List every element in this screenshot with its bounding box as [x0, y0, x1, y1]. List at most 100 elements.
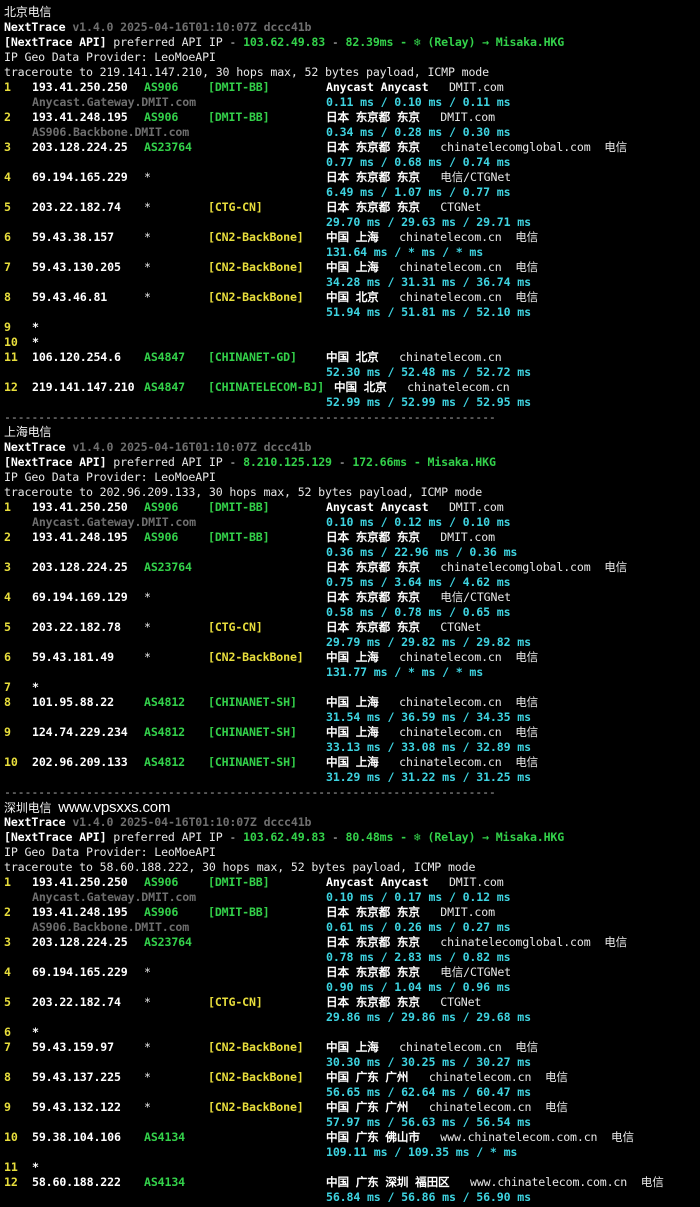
hop-location: Anycast Anycast	[326, 80, 429, 94]
hop-asn: AS906	[144, 80, 179, 94]
hop-detail-row: 0.78 ms / 2.83 ms / 0.82 ms	[4, 950, 700, 965]
hop-ip: 193.41.248.195	[32, 110, 128, 124]
hop-isp: chinatelecomglobal.com	[440, 140, 591, 154]
hop-number: 8	[4, 1070, 11, 1084]
hop-rtt: 52.30 ms / 52.48 ms / 52.72 ms	[326, 365, 531, 379]
hop-rtt: 29.70 ms / 29.63 ms / 29.71 ms	[326, 215, 531, 229]
hop-asn: AS23764	[144, 935, 192, 949]
hop-ip: 59.38.104.106	[32, 1130, 121, 1144]
hop-rtt: 131.64 ms / * ms / * ms	[326, 245, 484, 259]
hop-location: 日本 东京都 东京	[326, 560, 420, 574]
hop-rtt: 0.11 ms / 0.10 ms / 0.11 ms	[326, 95, 511, 109]
hop-location: 中国 上海	[326, 650, 379, 664]
hop-geo: 中国 上海 chinatelecom.cn 电信	[326, 695, 538, 710]
hop-detail-row: 0.77 ms / 0.68 ms / 0.74 ms	[4, 155, 700, 170]
hop-number: 1	[4, 500, 11, 514]
api-label: preferred API IP -	[106, 455, 244, 469]
api-line: [NextTrace API] preferred API IP - 103.6…	[4, 830, 700, 845]
hop-number: 2	[4, 110, 11, 124]
hop-carrier: 电信	[640, 1175, 664, 1189]
api-latency: 80.48ms	[345, 830, 394, 844]
hop-row: 7 59.43.130.205 * [CN2-BackBone] 中国 上海 china…	[4, 260, 700, 275]
section-title-line: 深圳电信 www.vpsxxs.com	[4, 800, 700, 815]
hop-location: 中国 北京	[326, 290, 379, 304]
hop-number: 3	[4, 560, 11, 574]
hop-number: 6	[4, 1025, 11, 1039]
hop-isp: 电信/CTGNet	[440, 170, 511, 184]
hop-isp: 电信/CTGNet	[440, 965, 511, 979]
hop-location: 中国 广东 佛山市	[326, 1130, 420, 1144]
api-line: [NextTrace API] preferred API IP - 103.6…	[4, 35, 700, 50]
hop-geo: Anycast Anycast DMIT.com	[326, 875, 504, 890]
hop-ip: 193.41.250.250	[32, 80, 128, 94]
version-line: NextTrace v1.4.0 2025-04-16T01:10:07Z dc…	[4, 20, 700, 35]
api-tag: [NextTrace API]	[4, 455, 107, 469]
hop-geo: 日本 东京都 东京 电信/CTGNet	[326, 170, 511, 185]
api-ip: 103.62.49.83	[243, 830, 326, 844]
hop-rtt: 52.99 ms / 52.99 ms / 52.95 ms	[326, 395, 531, 409]
hop-carrier: 电信	[515, 1040, 539, 1054]
hop-row: 6 59.43.38.157 * [CN2-BackBone] 中国 上海 chinat…	[4, 230, 700, 245]
hop-detail-row: 30.30 ms / 30.25 ms / 30.27 ms	[4, 1055, 700, 1070]
hop-hostname: Anycast.Gateway.DMIT.com	[32, 95, 196, 109]
hop-row: 9 *	[4, 320, 700, 335]
hop-isp: DMIT.com	[448, 500, 504, 514]
hop-detail-row: 109.11 ms / 109.35 ms / * ms	[4, 1145, 700, 1160]
hop-detail-row: Anycast.Gateway.DMIT.com 0.10 ms / 0.17 m…	[4, 890, 700, 905]
hop-detail-row: 56.65 ms / 62.64 ms / 60.47 ms	[4, 1085, 700, 1100]
hop-location: 中国 广东 广州	[326, 1100, 409, 1114]
section-separator: ----------------------------------------…	[4, 410, 496, 424]
hop-isp: DMIT.com	[440, 110, 495, 124]
hop-ip: 101.95.88.22	[32, 695, 114, 709]
hop-rtt: 57.97 ms / 56.63 ms / 56.54 ms	[326, 1115, 531, 1129]
hop-asn: *	[144, 650, 151, 664]
hop-ip: 106.120.254.6	[32, 350, 121, 364]
hop-location: 日本 东京都 东京	[326, 995, 420, 1009]
hop-geo: Anycast Anycast DMIT.com	[326, 500, 504, 515]
hop-hostname: Anycast.Gateway.DMIT.com	[32, 890, 196, 904]
api-dash: -	[325, 35, 346, 49]
hop-row: 5 203.22.182.74 * [CTG-CN] 日本 东京都 东京 CTGNet	[4, 995, 700, 1010]
hop-number: 7	[4, 680, 11, 694]
hop-location: 日本 东京都 东京	[326, 530, 420, 544]
hop-detail-row: 29.86 ms / 29.86 ms / 29.68 ms	[4, 1010, 700, 1025]
hop-tag: [CN2-BackBone]	[208, 650, 304, 664]
hop-isp: chinatelecomglobal.com	[440, 935, 591, 949]
provider-line: IP Geo Data Provider: LeoMoeAPI	[4, 50, 216, 64]
app-version: v1.4.0 2025-04-16T01:10:07Z dccc41b	[72, 20, 312, 34]
hop-ip: 203.128.224.25	[32, 935, 128, 949]
hop-isp: chinatelecomglobal.com	[440, 560, 591, 574]
hop-row: 11 106.120.254.6 AS4847 [CHINANET-GD] 中国 北京 …	[4, 350, 700, 365]
hop-number: 5	[4, 620, 11, 634]
hop-ip: 69.194.169.129	[32, 590, 128, 604]
hop-isp: CTGNet	[440, 995, 482, 1009]
hop-detail-row: AS906.Backbone.DMIT.com 0.34 ms / 0.28 ms…	[4, 125, 700, 140]
hop-isp: chinatelecom.cn	[399, 350, 502, 364]
hop-location: 日本 东京都 东京	[326, 965, 420, 979]
hop-ip: 59.43.132.122	[32, 1100, 121, 1114]
hop-tag: [CHINANET-SH]	[208, 755, 297, 769]
hop-number: 4	[4, 170, 11, 184]
hop-asn: *	[144, 590, 151, 604]
version-line: NextTrace v1.4.0 2025-04-16T01:10:07Z dc…	[4, 815, 700, 830]
hop-ip: 193.41.248.195	[32, 530, 128, 544]
hop-geo: 中国 上海 chinatelecom.cn 电信	[326, 755, 538, 770]
hop-carrier: 电信	[544, 1100, 568, 1114]
hop-isp: chinatelecom.cn	[399, 695, 502, 709]
api-tag: [NextTrace API]	[4, 830, 107, 844]
hop-number: 10	[4, 335, 18, 349]
hop-isp: chinatelecom.cn	[399, 755, 502, 769]
hop-detail-row: 56.84 ms / 56.86 ms / 56.90 ms	[4, 1190, 700, 1205]
hop-asn: AS23764	[144, 140, 192, 154]
hop-asn: AS906	[144, 500, 179, 514]
api-tag: [NextTrace API]	[4, 35, 107, 49]
hop-asn: AS4812	[144, 755, 185, 769]
hop-geo: 中国 上海 chinatelecom.cn 电信	[326, 650, 538, 665]
hop-asn: AS4847	[144, 350, 185, 364]
section-title-line: 北京电信	[4, 5, 700, 20]
hop-ip: 69.194.165.229	[32, 965, 128, 979]
hop-geo: 中国 上海 chinatelecom.cn 电信	[326, 230, 538, 245]
hop-location: 中国 北京	[326, 350, 379, 364]
hop-geo: 中国 上海 chinatelecom.cn 电信	[326, 260, 538, 275]
hop-carrier: 电信	[604, 560, 628, 574]
